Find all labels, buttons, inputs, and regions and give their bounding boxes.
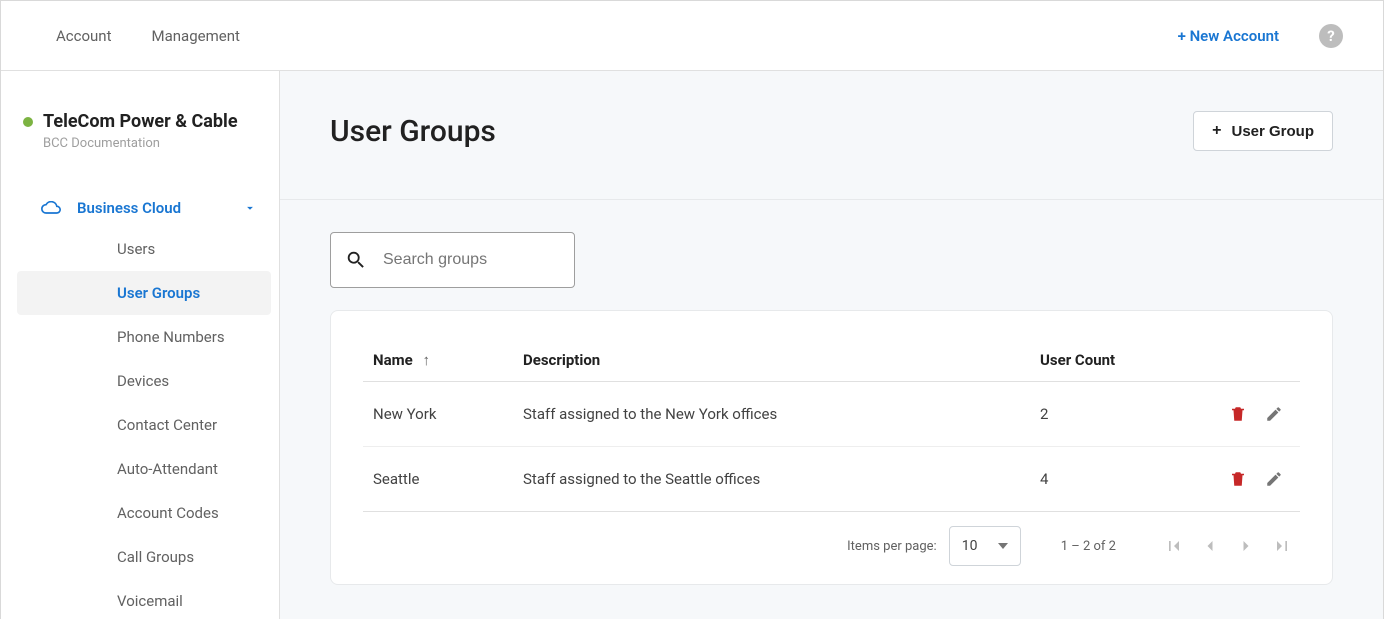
next-page-button[interactable] [1228, 528, 1264, 564]
trash-icon [1229, 405, 1247, 423]
items-per-page-label: Items per page: [847, 539, 937, 554]
account-subtitle: BCC Documentation [43, 136, 257, 151]
first-page-icon [1164, 536, 1184, 556]
cell-user-count: 2 [1030, 382, 1180, 447]
groups-table: Name ↑ Description User Count New York S… [363, 339, 1300, 512]
edit-button[interactable] [1258, 463, 1290, 495]
first-page-button[interactable] [1156, 528, 1192, 564]
cell-description: Staff assigned to the Seattle offices [513, 447, 1030, 512]
sidebar-item-label: Contact Center [117, 416, 217, 434]
sidebar-item-account-codes[interactable]: Account Codes [17, 491, 271, 535]
triangle-down-icon [998, 543, 1008, 549]
edit-button[interactable] [1258, 398, 1290, 430]
pencil-icon [1265, 470, 1283, 488]
help-icon[interactable]: ? [1319, 24, 1343, 48]
topnav-management[interactable]: Management [152, 27, 240, 45]
table-row: Seattle Staff assigned to the Seattle of… [363, 447, 1300, 512]
pencil-icon [1265, 405, 1283, 423]
search-box[interactable] [330, 232, 575, 288]
col-header-label: Description [523, 351, 600, 369]
account-name: TeleCom Power & Cable [43, 111, 238, 132]
trash-icon [1229, 470, 1247, 488]
sidebar-item-label: User Groups [117, 284, 200, 302]
add-button-label: User Group [1231, 123, 1314, 140]
cell-name: Seattle [363, 447, 513, 512]
sidebar-item-call-groups[interactable]: Call Groups [17, 535, 271, 579]
groups-table-card: Name ↑ Description User Count New York S… [330, 310, 1333, 585]
prev-page-button[interactable] [1192, 528, 1228, 564]
cell-user-count: 4 [1030, 447, 1180, 512]
page-range: 1 – 2 of 2 [1061, 539, 1116, 554]
last-page-button[interactable] [1264, 528, 1300, 564]
plus-icon: + [1212, 122, 1221, 140]
sidebar-item-label: Account Codes [117, 504, 219, 522]
chevron-left-icon [1200, 536, 1220, 556]
search-input[interactable] [381, 250, 560, 270]
sidebar-parent-label: Business Cloud [77, 199, 243, 217]
sidebar: TeleCom Power & Cable BCC Documentation … [1, 71, 280, 619]
sidebar-parent-business-cloud[interactable]: Business Cloud [1, 189, 279, 227]
sidebar-item-label: Auto-Attendant [117, 460, 218, 478]
search-icon [345, 249, 367, 271]
sidebar-item-voicemail[interactable]: Voicemail [17, 579, 271, 623]
sidebar-item-label: Call Groups [117, 548, 194, 566]
sidebar-item-label: Devices [117, 372, 169, 390]
paginator: Items per page: 10 1 – 2 of 2 [363, 512, 1300, 566]
table-row: New York Staff assigned to the New York … [363, 382, 1300, 447]
chevron-down-icon [243, 201, 257, 215]
sidebar-item-users[interactable]: Users [17, 227, 271, 271]
col-header-label: Name [373, 351, 413, 369]
content: User Groups + User Group Name [280, 71, 1383, 619]
account-block: TeleCom Power & Cable BCC Documentation [1, 111, 279, 171]
sidebar-item-devices[interactable]: Devices [17, 359, 271, 403]
top-bar: Account Management + New Account ? [1, 1, 1383, 71]
cell-description: Staff assigned to the New York offices [513, 382, 1030, 447]
status-dot-icon [23, 117, 33, 127]
sidebar-item-contact-center[interactable]: Contact Center [17, 403, 271, 447]
last-page-icon [1272, 536, 1292, 556]
sidebar-item-label: Phone Numbers [117, 328, 225, 346]
col-header-description[interactable]: Description [513, 339, 1030, 382]
sidebar-item-label: Voicemail [117, 592, 183, 610]
delete-button[interactable] [1222, 463, 1254, 495]
chevron-right-icon [1236, 536, 1256, 556]
sidebar-item-auto-attendant[interactable]: Auto-Attendant [17, 447, 271, 491]
sidebar-item-label: Users [117, 240, 155, 258]
cloud-icon [41, 201, 61, 215]
col-header-user-count[interactable]: User Count [1030, 339, 1180, 382]
page-size-select[interactable]: 10 [949, 526, 1021, 566]
col-header-label: User Count [1040, 351, 1115, 369]
delete-button[interactable] [1222, 398, 1254, 430]
new-account-link[interactable]: + New Account [1178, 27, 1279, 45]
col-header-name[interactable]: Name ↑ [363, 339, 513, 382]
cell-name: New York [363, 382, 513, 447]
topnav-account[interactable]: Account [56, 27, 112, 45]
page-title: User Groups [330, 114, 1193, 149]
sidebar-item-user-groups[interactable]: User Groups [17, 271, 271, 315]
sidebar-item-phone-numbers[interactable]: Phone Numbers [17, 315, 271, 359]
page-size-value: 10 [962, 538, 978, 554]
add-user-group-button[interactable]: + User Group [1193, 111, 1333, 151]
sort-ascending-icon: ↑ [422, 351, 430, 369]
